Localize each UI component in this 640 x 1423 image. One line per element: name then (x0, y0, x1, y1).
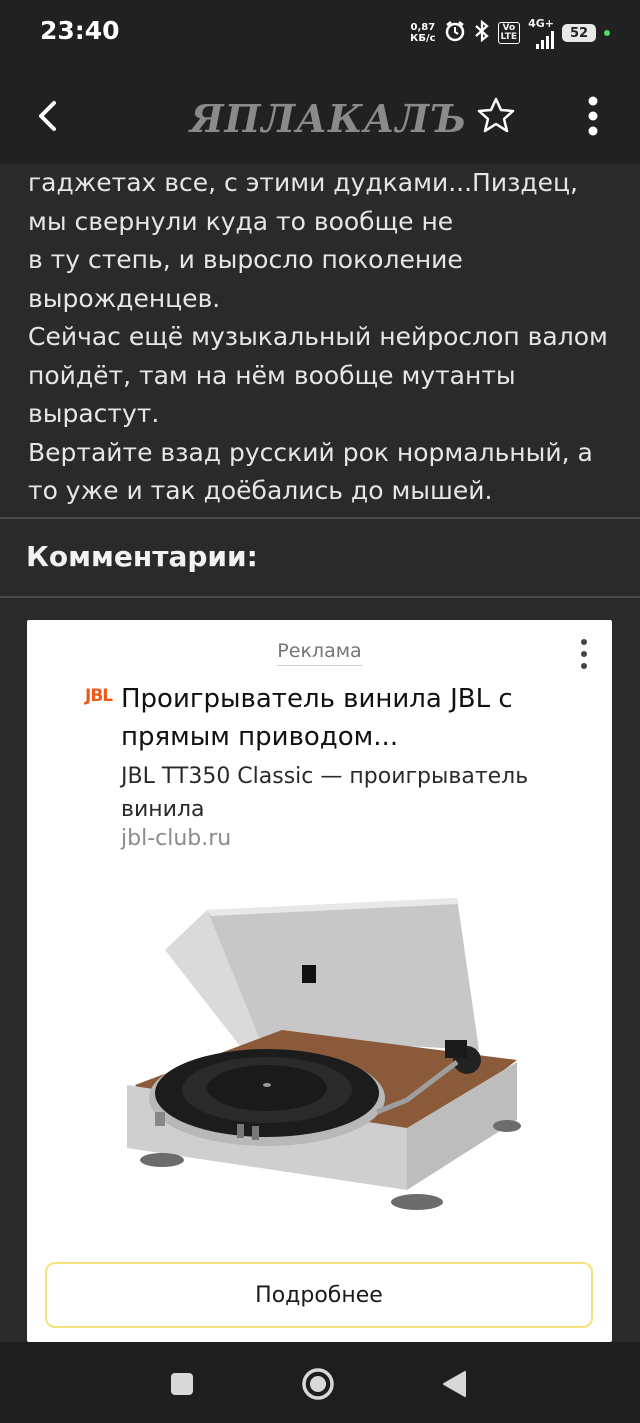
status-time: 23:40 (40, 16, 120, 45)
comments-title: Комментарии: (26, 540, 258, 573)
divider (0, 596, 640, 598)
battery-icon: 52 (562, 24, 596, 42)
turntable-image[interactable] (107, 890, 537, 1230)
ad-description: JBL TT350 Classic — проигрыватель винила (121, 764, 529, 822)
article-paragraph: в ту степь, и выросло поколение вырожден… (28, 245, 463, 313)
network-speed: 0,87 КБ/с (410, 22, 436, 44)
recents-square-icon[interactable] (162, 1364, 202, 1404)
article-paragraph: Сейчас ещё музыкальный нейрослоп валом п… (28, 322, 608, 428)
signal-icon: 4G+ (528, 18, 554, 49)
article-paragraph: Вертайте взад русский рок нормальный, а … (28, 437, 593, 506)
jbl-logo-icon: JBL (85, 686, 113, 706)
charging-indicator (604, 30, 610, 36)
article-paragraph: гаджетах все, с этими дудками...Пиздец, … (28, 168, 578, 236)
ad-more-icon[interactable] (574, 636, 594, 672)
status-bar: 23:40 0,87 КБ/с Vo LTE 4G+ 52 (0, 0, 640, 68)
status-icons: 0,87 КБ/с Vo LTE 4G+ 52 (410, 16, 610, 50)
back-icon[interactable] (30, 98, 66, 134)
ad-title[interactable]: Проигрыватель винила JBL с прямым привод… (121, 680, 591, 756)
alarm-icon (444, 20, 466, 47)
ad-label: Реклама (27, 640, 612, 666)
back-triangle-icon[interactable] (434, 1364, 474, 1404)
bluetooth-icon (474, 19, 490, 47)
star-icon[interactable] (476, 96, 516, 136)
volte-icon: Vo LTE (497, 22, 521, 44)
ad-domain[interactable]: jbl-club.ru (121, 826, 231, 851)
ad-card[interactable]: Реклама JBL Проигрыватель винила JBL с п… (27, 620, 612, 1342)
ad-more-button[interactable]: Подробнее (45, 1262, 593, 1328)
site-logo[interactable]: ЯПЛАКАЛЪ (190, 96, 467, 141)
app-bar: ЯПЛАКАЛЪ (0, 68, 640, 164)
divider (0, 517, 640, 519)
home-circle-icon[interactable] (298, 1364, 338, 1404)
system-nav-bar (0, 1342, 640, 1423)
more-vert-icon[interactable] (578, 94, 608, 138)
article-text: гаджетах все, с этими дудками...Пиздец, … (28, 164, 618, 511)
